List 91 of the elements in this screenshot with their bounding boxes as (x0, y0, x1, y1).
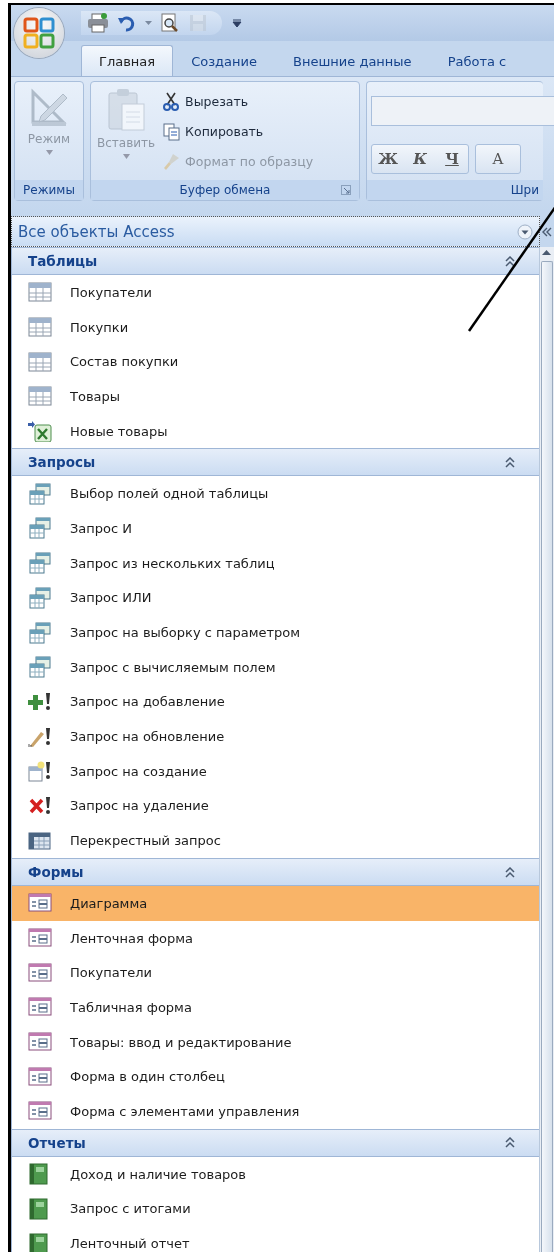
navigation-item[interactable]: Перекрестный запрос (12, 823, 539, 858)
table-exclamation-icon (28, 760, 52, 783)
cut-button[interactable]: Вырезать (161, 88, 316, 114)
navigation-item[interactable]: Ленточный отчет (12, 1226, 539, 1252)
ribbon-tab[interactable]: Внешние данные (275, 45, 430, 76)
table-icon (28, 281, 52, 304)
navigation-item[interactable]: Запрос с итогами (12, 1191, 539, 1227)
table-icon (28, 385, 52, 408)
query-icon (28, 482, 52, 505)
clipboard-icon (106, 88, 147, 132)
font-name-field[interactable] (371, 96, 554, 126)
form-icon (28, 1031, 52, 1054)
form-icon (28, 1100, 52, 1123)
navigation-item[interactable]: Запрос с вычисляемым полем (12, 649, 539, 685)
underline-button[interactable]: Ч (436, 145, 468, 173)
query-icon (28, 586, 52, 609)
dialog-launcher-icon[interactable] (341, 185, 351, 195)
form-icon (28, 961, 52, 984)
caret-icon (45, 150, 53, 155)
group-header[interactable]: Таблицы (12, 247, 539, 275)
form-icon (28, 927, 52, 950)
caret-icon (122, 154, 130, 159)
scroll-thumb[interactable] (541, 261, 553, 1252)
navigation-item[interactable]: Запрос на добавление (12, 684, 539, 720)
navigation-item[interactable]: Новые товары (12, 413, 539, 449)
linked-spreadsheet-icon (28, 420, 52, 443)
dropdown-icon[interactable] (517, 223, 533, 240)
navigation-pane-title: Все объекты Access (18, 222, 175, 241)
printer-icon[interactable] (87, 13, 109, 33)
group-header[interactable]: Формы (12, 858, 539, 886)
font-color-button[interactable]: A (476, 145, 520, 173)
copy-icon (163, 121, 182, 141)
ribbon-tab[interactable]: Работа с (429, 45, 525, 76)
scrollbar[interactable] (539, 247, 554, 1252)
group-header[interactable]: Запросы (12, 448, 539, 477)
group-title: Формы (28, 864, 84, 880)
query-icon (28, 656, 52, 679)
group-label: Режимы (15, 180, 83, 200)
group-title: Запросы (28, 454, 96, 471)
navigation-item[interactable]: Покупки (12, 309, 539, 345)
navigation-item[interactable]: Запрос на обновление (12, 719, 539, 754)
navigation-item[interactable]: Запрос на выборку с параметром (12, 615, 539, 650)
form-icon (28, 1065, 52, 1088)
navigation-item[interactable]: Запрос на создание (12, 753, 539, 789)
navigation-item[interactable]: Товары (12, 379, 539, 414)
group-title: Отчеты (28, 1134, 86, 1151)
collapse-chevron-icon[interactable] (505, 255, 515, 267)
office-button[interactable] (14, 8, 64, 58)
query-icon (28, 552, 52, 575)
group-header[interactable]: Отчеты (12, 1128, 539, 1157)
navigation-item[interactable]: Состав покупки (12, 344, 539, 380)
ribbon-tab[interactable]: Главная (81, 45, 174, 76)
navigation-item[interactable]: Запрос на удаление (12, 788, 539, 824)
collapse-pane-icon[interactable] (542, 226, 552, 237)
table-icon (28, 350, 52, 373)
navigation-item[interactable]: Запрос из нескольких таблиц (12, 545, 539, 581)
navigation-item[interactable]: Доход и наличие товаров (12, 1156, 539, 1192)
ruler-pencil-icon (29, 88, 69, 128)
navigation-item[interactable]: Покупатели (12, 955, 539, 991)
group-label: Буфер обмена (91, 180, 359, 200)
navigation-item[interactable]: Покупатели (12, 275, 539, 310)
navigation-item[interactable]: Ленточная форма (12, 920, 539, 956)
pencil-exclamation-icon (28, 725, 52, 748)
bold-button[interactable]: Ж (372, 145, 404, 173)
navigation-pane-header[interactable]: Все объекты Access (11, 216, 540, 247)
office-logo-icon (22, 16, 56, 50)
caret-icon[interactable] (145, 20, 152, 26)
query-icon (28, 517, 52, 540)
navigation-item[interactable]: Запрос ИЛИ (12, 580, 539, 616)
group-title: Таблицы (28, 253, 98, 269)
copy-button[interactable]: Копировать (161, 118, 316, 144)
navigation-item[interactable]: Форма с элементами управления (12, 1094, 539, 1129)
grid-icon (28, 829, 52, 852)
table-icon (28, 316, 52, 339)
ribbon-tab[interactable]: Создание (173, 45, 275, 76)
form-icon (28, 892, 52, 915)
form-icon (28, 996, 52, 1019)
italic-button[interactable]: К (404, 145, 436, 173)
plus-exclamation-icon (28, 690, 52, 713)
navigation-item[interactable]: Запрос И (12, 511, 539, 546)
group-label: Шри (367, 180, 543, 200)
magnifier-page-icon[interactable] (160, 13, 180, 33)
scissors-icon (163, 91, 182, 111)
customize-caret-icon[interactable] (232, 18, 242, 28)
navigation-item[interactable]: Товары: ввод и редактирование (12, 1024, 539, 1060)
cross-exclamation-icon (28, 794, 52, 817)
navigation-item[interactable]: Табличная форма (12, 990, 539, 1025)
navigation-item[interactable]: Выбор полей одной таблицы (12, 476, 539, 512)
query-icon (28, 621, 52, 644)
navigation-item[interactable]: Форма в один столбец (12, 1059, 539, 1095)
navigation-item[interactable]: Диаграмма (12, 886, 539, 921)
